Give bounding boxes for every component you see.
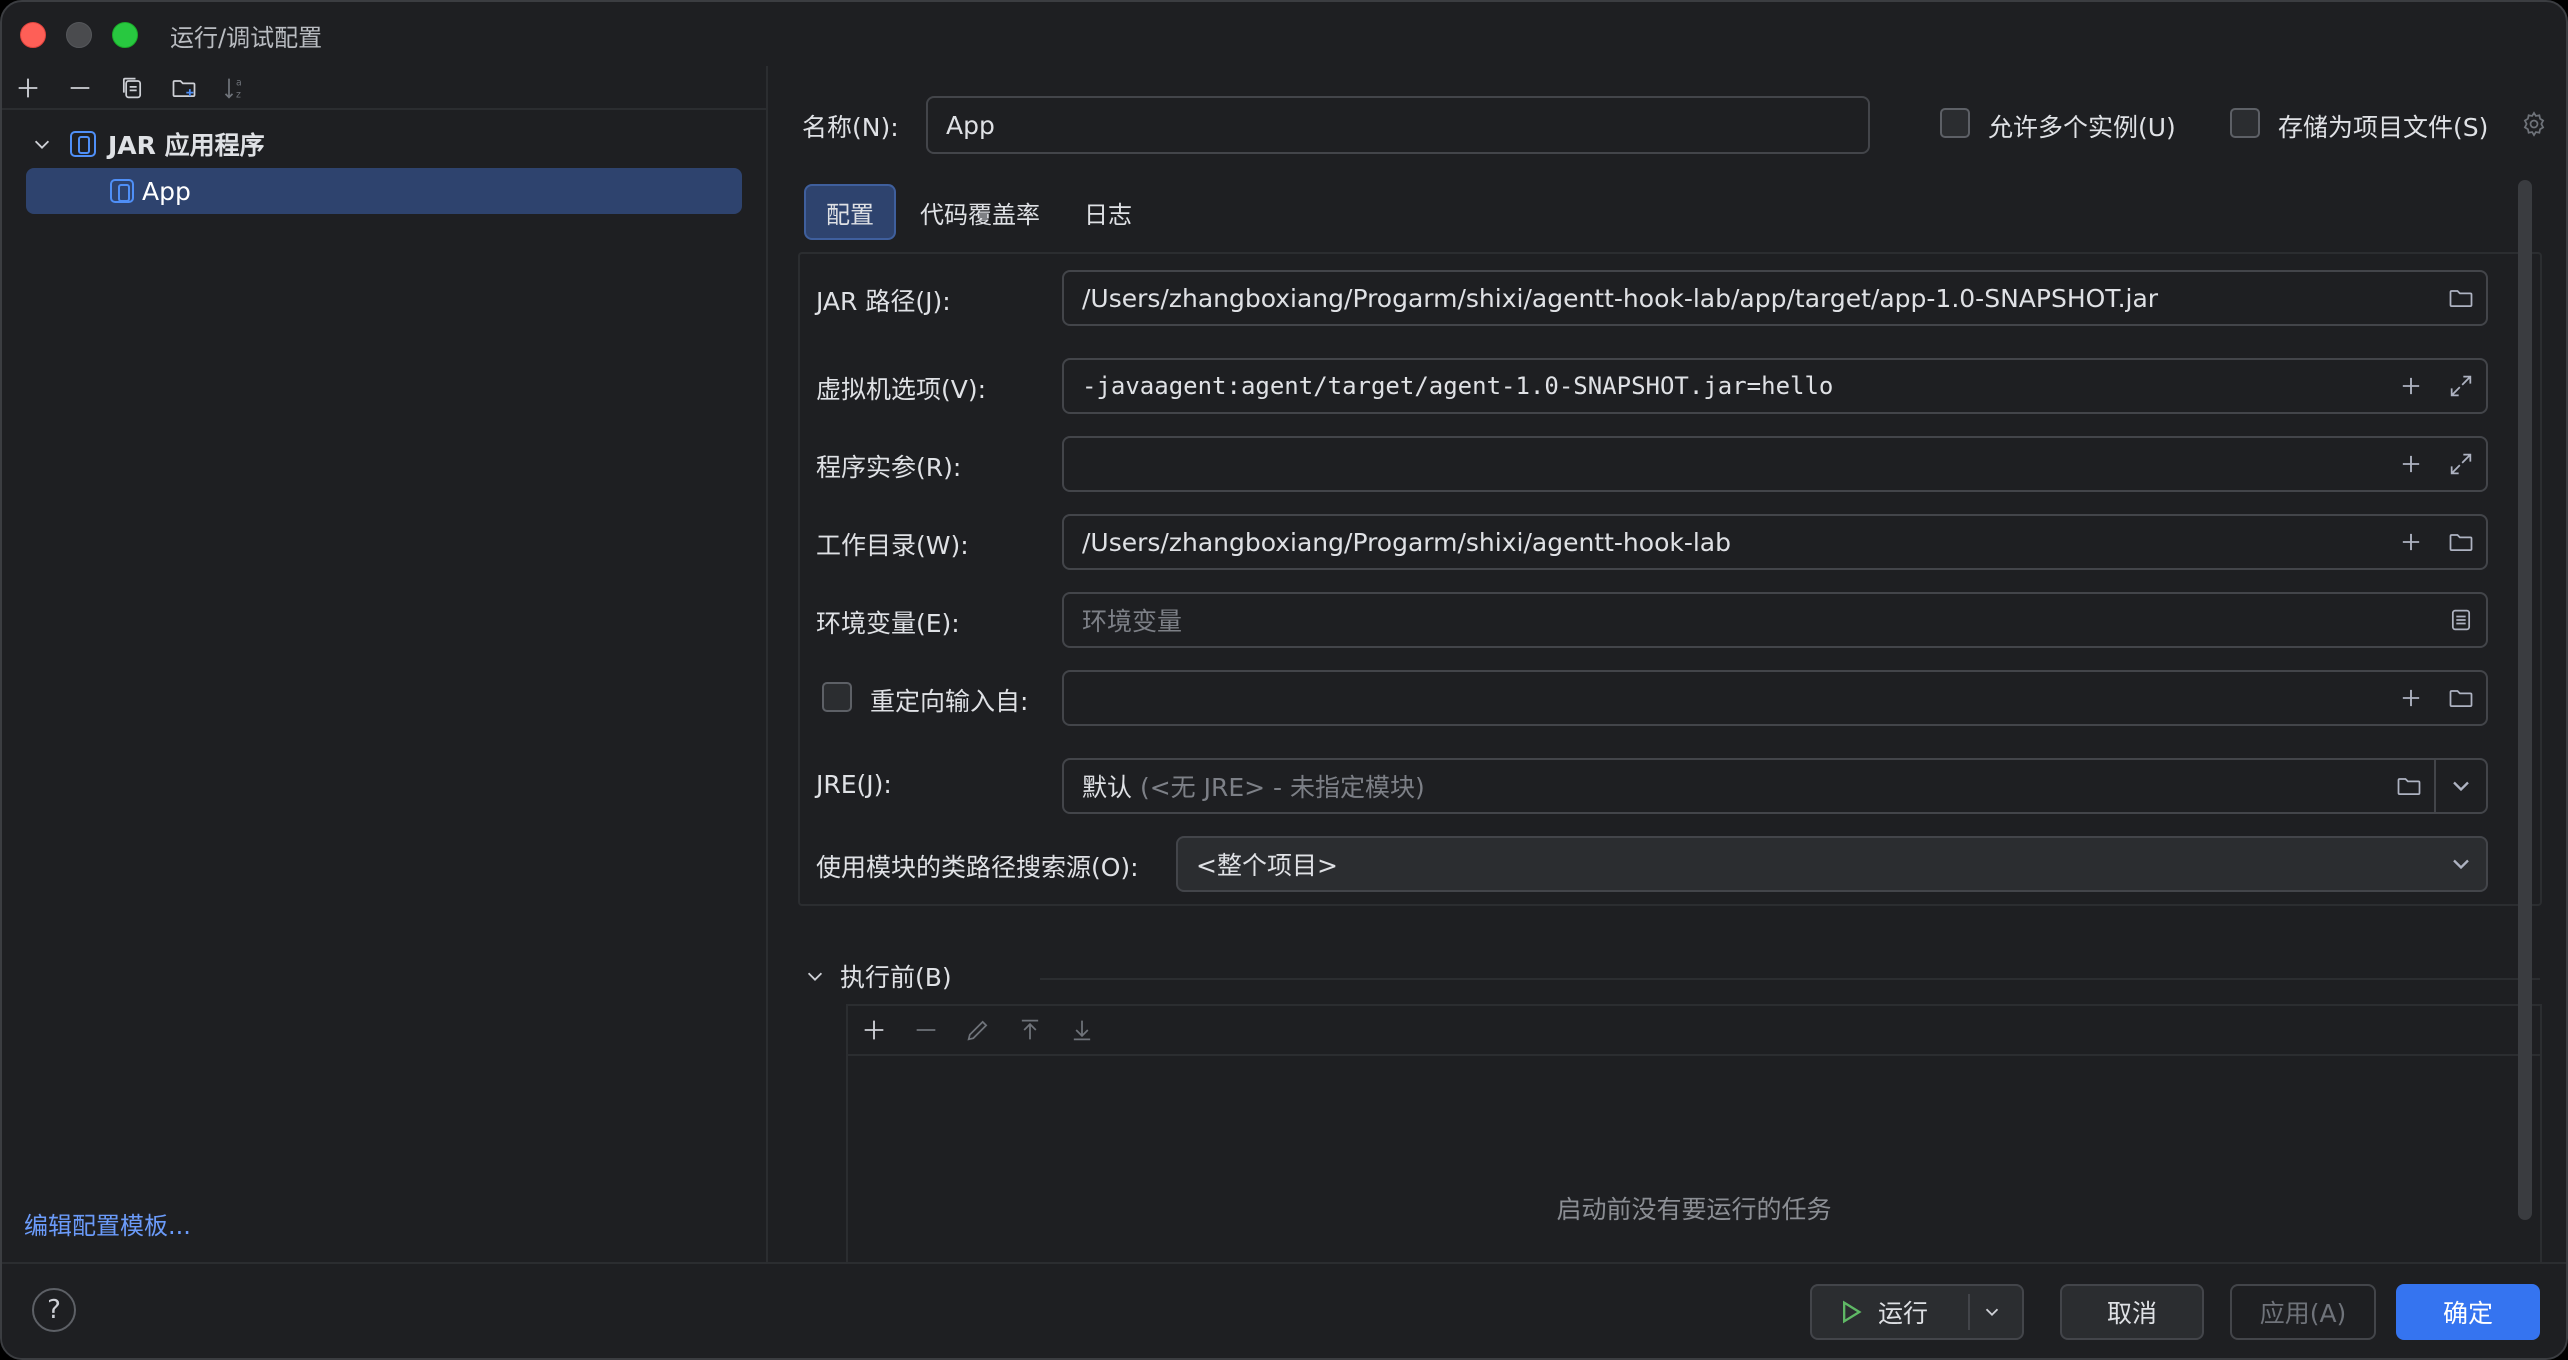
env-vars-input[interactable]: 环境变量 [1062,592,2488,648]
redirect-input-label: 重定向输入自: [870,687,1029,716]
config-tabs: 配置 代码覆盖率 日志 [804,184,1156,240]
work-dir-label: 工作目录(W): [816,531,969,560]
copy-icon[interactable] [112,68,152,108]
chevron-down-icon[interactable] [2436,760,2486,812]
store-project-file-label: 存储为项目文件(S) [2278,113,2489,142]
chevron-down-icon[interactable] [1972,1286,2012,1338]
jre-value: 默认 (<无 JRE> - 未指定模块) [1082,773,1425,802]
jar-application-icon [110,179,134,203]
config-detail-panel: 名称(N): App 允许多个实例(U) 存储为项目文件(S) 配置 代码覆盖率… [770,66,2566,1264]
work-dir-input[interactable]: /Users/zhangboxiang/Progarm/shixi/agentt… [1062,514,2488,570]
jar-path-value: /Users/zhangboxiang/Progarm/shixi/agentt… [1082,283,2159,313]
redirect-input-field[interactable] [1062,670,2488,726]
jre-select[interactable]: 默认 (<无 JRE> - 未指定模块) [1062,758,2488,814]
dialog-footer: ? 运行 取消 应用(A) 确定 [2,1262,2566,1358]
new-folder-icon[interactable] [164,68,204,108]
jar-application-icon [70,131,96,157]
config-tree-panel: az JAR 应用程序 App 编辑配置模板... [2,66,768,1262]
module-classpath-select[interactable]: <整个项目> [1176,836,2488,892]
module-classpath-label: 使用模块的类路径搜索源(O): [816,853,1139,882]
chevron-down-icon[interactable] [2436,838,2486,890]
chevron-down-icon[interactable] [28,130,56,158]
minimize-window-button[interactable] [66,22,92,48]
name-value: App [946,110,995,140]
allow-multiple-label: 允许多个实例(U) [1988,113,2176,142]
section-divider [1040,978,2540,980]
vm-options-value: -javaagent:agent/target/agent-1.0-SNAPSH… [1082,372,1834,400]
folder-icon[interactable] [2436,516,2486,568]
gear-icon[interactable] [2514,98,2554,150]
run-debug-config-dialog: 运行/调试配置 az JAR 应用程序 App 编辑配置模板... 名称(N):… [0,0,2568,1360]
play-icon [1843,1300,1862,1324]
allow-multiple-checkbox[interactable] [1940,108,1970,138]
plus-icon[interactable] [2386,516,2436,568]
apply-button[interactable]: 应用(A) [2230,1284,2376,1340]
jre-label: JRE(J): [816,770,892,799]
vm-options-input[interactable]: -javaagent:agent/target/agent-1.0-SNAPSH… [1062,358,2488,414]
tab-logs[interactable]: 日志 [1064,184,1152,240]
store-project-file-checkbox[interactable] [2230,108,2260,138]
env-vars-placeholder: 环境变量 [1082,607,1183,636]
folder-icon[interactable] [2436,272,2486,324]
remove-task-icon[interactable] [906,1010,946,1050]
svg-text:z: z [236,89,241,100]
scrollbar[interactable] [2518,180,2532,1220]
program-args-label: 程序实参(R): [816,453,962,482]
program-args-input[interactable] [1062,436,2488,492]
plus-icon[interactable] [2386,672,2436,724]
chevron-down-icon[interactable] [804,965,826,987]
cancel-button[interactable]: 取消 [2060,1284,2204,1340]
tree-group-label: JAR 应用程序 [108,131,265,160]
move-up-icon[interactable] [1010,1010,1050,1050]
work-dir-value: /Users/zhangboxiang/Progarm/shixi/agentt… [1082,527,1731,557]
no-tasks-message: 启动前没有要运行的任务 [1556,1195,1832,1224]
close-window-button[interactable] [20,22,46,48]
window-title: 运行/调试配置 [170,24,323,52]
tab-coverage[interactable]: 代码覆盖率 [900,184,1060,240]
title-bar: 运行/调试配置 [2,2,2566,66]
remove-icon[interactable] [60,68,100,108]
name-input[interactable]: App [926,96,1870,154]
maximize-window-button[interactable] [112,22,138,48]
before-launch-title: 执行前(B) [840,963,952,992]
move-down-icon[interactable] [1062,1010,1102,1050]
plus-icon[interactable] [2386,438,2436,490]
run-label: 运行 [1878,1299,1929,1328]
expand-icon[interactable] [2436,438,2486,490]
help-button[interactable]: ? [32,1288,76,1332]
run-button[interactable]: 运行 [1810,1284,2024,1340]
name-label: 名称(N): [802,113,899,142]
folder-icon[interactable] [2436,672,2486,724]
before-launch-section[interactable]: 执行前(B) [804,958,952,994]
tree-group-jar-application[interactable]: JAR 应用程序 [2,122,768,166]
before-launch-tasks: 启动前没有要运行的任务 [846,1004,2542,1264]
folder-icon[interactable] [2384,760,2434,812]
env-vars-label: 环境变量(E): [816,609,960,638]
jar-path-label: JAR 路径(J): [816,287,951,316]
tasks-toolbar [848,1006,2540,1056]
ok-button[interactable]: 确定 [2396,1284,2540,1340]
expand-icon[interactable] [2436,360,2486,412]
sort-icon[interactable]: az [216,68,256,108]
redirect-input-checkbox[interactable] [822,682,852,712]
add-icon[interactable] [8,68,48,108]
jre-hint: (<无 JRE> - 未指定模块) [1139,773,1425,802]
tree-toolbar: az [2,66,768,110]
vm-options-label: 虚拟机选项(V): [816,375,987,404]
module-classpath-value: <整个项目> [1196,851,1338,880]
plus-icon[interactable] [2386,360,2436,412]
tab-config[interactable]: 配置 [804,184,896,240]
edit-config-templates-link[interactable]: 编辑配置模板... [24,1206,191,1241]
edit-task-icon[interactable] [958,1010,998,1050]
tree-item-app[interactable]: App [26,168,742,214]
svg-text:a: a [236,78,242,89]
tree-item-label: App [142,176,191,206]
jar-path-input[interactable]: /Users/zhangboxiang/Progarm/shixi/agentt… [1062,270,2488,326]
document-list-icon[interactable] [2436,594,2486,646]
divider [1968,1294,1970,1330]
add-task-icon[interactable] [854,1010,894,1050]
